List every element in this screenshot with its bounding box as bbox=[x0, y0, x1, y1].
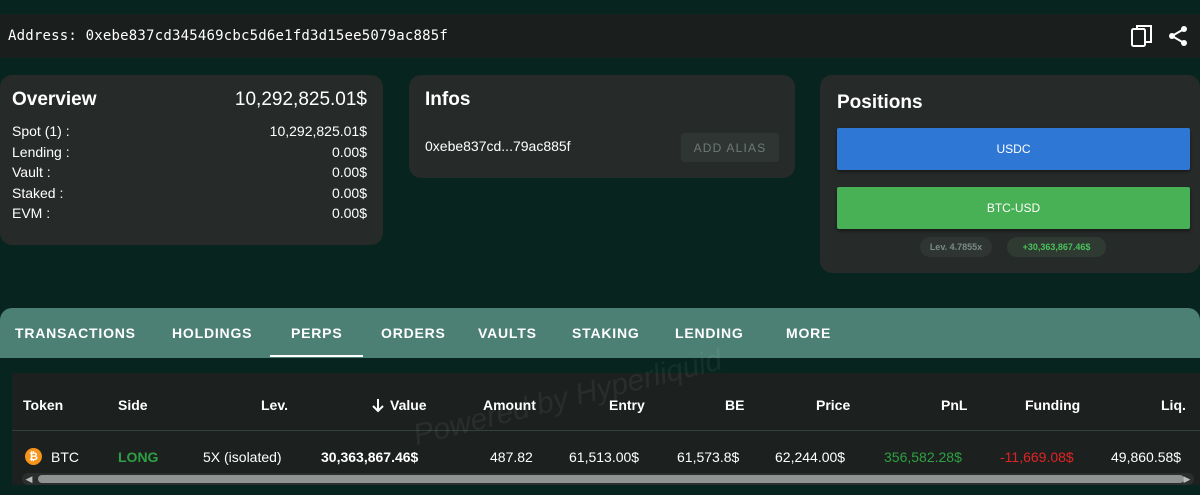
scroll-right-arrow-icon[interactable]: ▶ bbox=[1182, 474, 1192, 484]
share-icon[interactable] bbox=[1166, 24, 1190, 48]
sort-down-arrow-icon bbox=[372, 399, 384, 413]
overview-card: Overview 10,292,825.01$ Spot (1) : 10,29… bbox=[0, 75, 383, 245]
address-bar: Address: 0xebe837cd345469cbc5d6e1fd3d15e… bbox=[0, 14, 1200, 58]
overview-row-value: 0.00$ bbox=[331, 164, 367, 180]
overview-row: EVM : 0.00$ bbox=[12, 203, 367, 224]
tab-transactions[interactable]: TRANSACTIONS bbox=[15, 308, 136, 358]
overview-row-value: 10,292,825.01$ bbox=[269, 123, 367, 139]
overview-row-label: Lending : bbox=[12, 143, 70, 160]
col-header-lev[interactable]: Lev. bbox=[261, 397, 288, 413]
scroll-left-arrow-icon[interactable]: ◀ bbox=[24, 474, 34, 484]
cell-lev: 5X (isolated) bbox=[203, 449, 282, 465]
pnl-chip: +30,363,867.46$ bbox=[1007, 237, 1106, 257]
cell-price: 62,244.00$ bbox=[775, 449, 846, 465]
cell-side: LONG bbox=[118, 449, 159, 465]
overview-row: Lending : 0.00$ bbox=[12, 142, 367, 163]
bitcoin-icon: ₿ bbox=[25, 448, 42, 465]
tab-bar: TRANSACTIONS HOLDINGS PERPS ORDERS VAULT… bbox=[0, 308, 1200, 358]
tab-orders[interactable]: ORDERS bbox=[381, 308, 446, 358]
position-btc-usd-button[interactable]: BTC-USD bbox=[837, 187, 1190, 229]
cell-amount: 487.82 bbox=[490, 449, 533, 465]
col-header-pnl[interactable]: PnL bbox=[941, 397, 967, 413]
cell-entry: 61,513.00$ bbox=[569, 449, 640, 465]
add-alias-button[interactable]: ADD ALIAS bbox=[681, 133, 779, 162]
cell-be: 61,573.8$ bbox=[677, 449, 740, 465]
cell-liq: 49,860.58$ bbox=[1111, 449, 1182, 465]
col-header-be[interactable]: BE bbox=[725, 397, 744, 413]
overview-row: Spot (1) : 10,292,825.01$ bbox=[12, 121, 367, 142]
header-divider bbox=[12, 430, 1200, 431]
tab-staking[interactable]: STAKING bbox=[572, 308, 640, 358]
address-label: Address: 0xebe837cd345469cbc5d6e1fd3d15e… bbox=[8, 28, 449, 44]
tab-more[interactable]: MORE bbox=[786, 308, 831, 358]
cell-funding: -11,669.08$ bbox=[1000, 449, 1074, 465]
overview-title: Overview bbox=[12, 89, 97, 110]
infos-address: 0xebe837cd...79ac885f bbox=[425, 138, 571, 154]
col-header-side[interactable]: Side bbox=[118, 397, 148, 413]
cell-token: BTC bbox=[51, 449, 79, 465]
col-header-funding[interactable]: Funding bbox=[1025, 397, 1080, 413]
overview-total: 10,292,825.01$ bbox=[234, 89, 367, 110]
infos-title: Infos bbox=[425, 89, 471, 110]
col-header-liq[interactable]: Liq. bbox=[1161, 397, 1186, 413]
leverage-chip: Lev. 4.7855x bbox=[920, 237, 992, 257]
tab-vaults[interactable]: VAULTS bbox=[478, 308, 537, 358]
overview-row-label: Vault : bbox=[12, 164, 51, 180]
overview-row-value: 0.00$ bbox=[331, 143, 367, 160]
overview-row-label: Staked : bbox=[12, 184, 64, 201]
cell-value: 30,363,867.46$ bbox=[321, 449, 419, 465]
overview-row-label: EVM : bbox=[12, 205, 51, 221]
col-header-value[interactable]: Value bbox=[370, 397, 427, 413]
overview-row-value: 0.00$ bbox=[331, 205, 367, 221]
positions-card: Positions USDC BTC-USD Lev. 4.7855x +30,… bbox=[820, 75, 1200, 273]
scrollbar-thumb[interactable] bbox=[38, 475, 1184, 483]
position-usdc-button[interactable]: USDC bbox=[837, 128, 1190, 170]
infos-card: Infos 0xebe837cd...79ac885f ADD ALIAS bbox=[409, 75, 795, 178]
tab-perps[interactable]: PERPS bbox=[291, 308, 342, 358]
active-tab-indicator bbox=[270, 355, 363, 357]
tab-holdings[interactable]: HOLDINGS bbox=[172, 308, 252, 358]
col-header-token[interactable]: Token bbox=[23, 397, 63, 413]
col-header-value-label: Value bbox=[390, 397, 427, 413]
overview-row: Vault : 0.00$ bbox=[12, 162, 367, 183]
positions-title: Positions bbox=[837, 92, 923, 113]
copy-icon[interactable] bbox=[1130, 24, 1154, 48]
overview-row-label: Spot (1) : bbox=[12, 123, 70, 139]
overview-row-value: 0.00$ bbox=[331, 184, 367, 201]
col-header-price[interactable]: Price bbox=[816, 397, 850, 413]
overview-row: Staked : 0.00$ bbox=[12, 183, 367, 204]
cell-pnl: 356,582.28$ bbox=[884, 449, 962, 465]
